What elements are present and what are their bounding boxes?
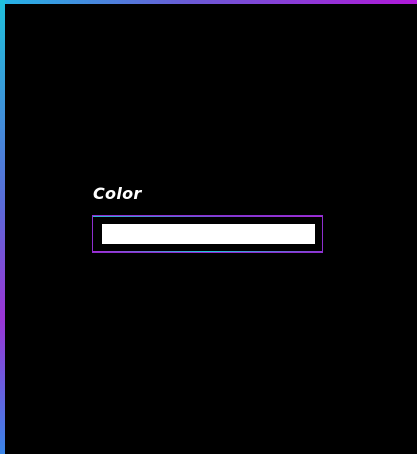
left-gradient-border	[0, 0, 5, 454]
color-label: Color	[93, 184, 142, 203]
top-gradient-border	[0, 0, 417, 4]
color-input[interactable]	[102, 224, 315, 244]
app-window: Color	[0, 0, 417, 454]
color-field-frame	[92, 215, 323, 253]
